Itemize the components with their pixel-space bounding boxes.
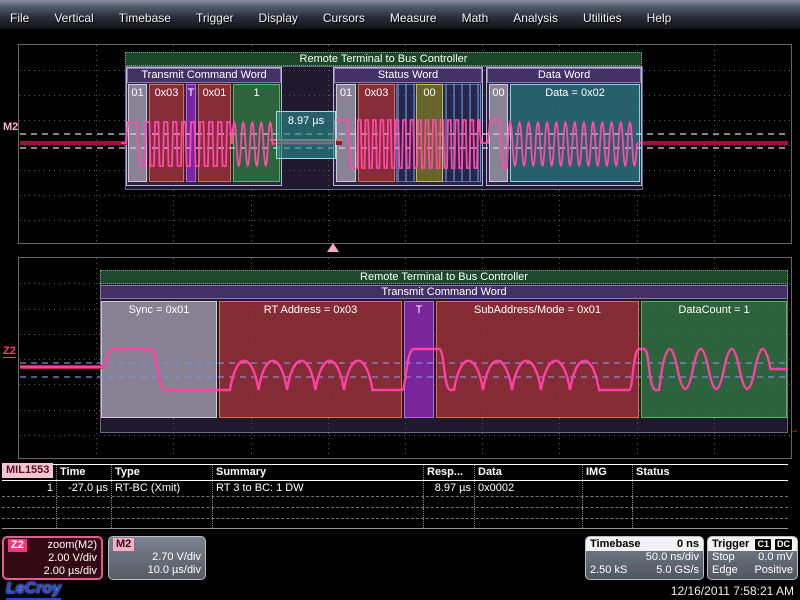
waveform-trace-m2 xyxy=(18,44,790,242)
cell-summary: RT 3 to BC: 1 DW xyxy=(213,481,424,496)
table-row[interactable]: 1 -27.0 µs RT-BC (Xmit) RT 3 to BC: 1 DW… xyxy=(2,481,788,496)
decode-table: MIL1553 Time Type Summary Resp... Data I… xyxy=(2,464,788,529)
lecroy-logo: LeCroy xyxy=(6,580,61,600)
menu-math[interactable]: Math xyxy=(462,11,489,25)
col-data: Data xyxy=(475,465,583,480)
timebase-title: Timebase xyxy=(590,537,641,551)
z2-tdiv: 2.00 µs/div xyxy=(44,565,97,578)
z2-badge: Z2 xyxy=(8,539,27,552)
m2-vdiv: 2.70 V/div xyxy=(152,551,201,564)
trigger-level: 0.0 mV xyxy=(758,551,793,564)
bus-protocol-badge[interactable]: MIL1553 xyxy=(2,463,53,478)
menu-utilities[interactable]: Utilities xyxy=(583,11,622,25)
cell-data: 0x0002 xyxy=(475,481,583,496)
timebase-tdiv: 50.0 ns/div xyxy=(646,551,699,564)
menu-measure[interactable]: Measure xyxy=(390,11,437,25)
timebase-descriptor[interactable]: Timebase 0 ns 50.0 ns/div 2.50 kS 5.0 GS… xyxy=(585,536,704,580)
trigger-mode: Stop xyxy=(712,551,735,564)
oscilloscope-screen: File Vertical Timebase Trigger Display C… xyxy=(0,0,800,600)
menu-trigger[interactable]: Trigger xyxy=(196,11,234,25)
cell-time: -27.0 µs xyxy=(57,481,112,496)
trigger-position-marker[interactable] xyxy=(327,243,339,252)
response-time-bubble: 8.97 µs xyxy=(276,111,336,159)
timebase-samples: 2.50 kS xyxy=(590,564,627,577)
menu-display[interactable]: Display xyxy=(259,11,298,25)
cell-index: 1 xyxy=(2,481,57,496)
z2-title: zoom(M2) xyxy=(47,539,97,552)
cell-type: RT-BC (Xmit) xyxy=(112,481,213,496)
timebase-offset: 0 ns xyxy=(677,537,699,551)
channel-indicator-z2[interactable]: Z2 xyxy=(3,345,16,358)
trigger-title: Trigger xyxy=(712,537,749,551)
trigger-coupling-badge: DC xyxy=(774,538,793,551)
col-type: Type xyxy=(112,465,213,480)
menu-cursors[interactable]: Cursors xyxy=(323,11,365,25)
table-empty-row xyxy=(2,496,788,507)
table-empty-row xyxy=(2,507,788,518)
col-status: Status xyxy=(633,465,788,480)
channel-indicator-m2[interactable]: M2 xyxy=(3,121,18,133)
cell-img xyxy=(583,481,633,496)
math-trace-descriptor[interactable]: M2 2.70 V/div 10.0 µs/div xyxy=(108,536,206,580)
col-img: IMG xyxy=(583,465,633,480)
table-empty-row xyxy=(2,518,788,529)
menu-bar: File Vertical Timebase Trigger Display C… xyxy=(0,0,800,30)
scroll-right-arrow-icon[interactable]: → xyxy=(788,424,799,436)
trigger-type: Edge xyxy=(712,564,738,577)
col-time: Time xyxy=(57,465,112,480)
decode-table-header: Time Type Summary Resp... Data IMG Statu… xyxy=(2,464,788,481)
menu-timebase[interactable]: Timebase xyxy=(119,11,171,25)
menu-help[interactable]: Help xyxy=(647,11,672,25)
datetime-display: 12/16/2011 7:58:21 AM xyxy=(671,584,794,598)
menu-analysis[interactable]: Analysis xyxy=(513,11,558,25)
trigger-slope: Positive xyxy=(754,564,793,577)
cell-resp: 8.97 µs xyxy=(424,481,475,496)
menu-file[interactable]: File xyxy=(10,11,29,25)
trigger-descriptor[interactable]: Trigger C1 DC Stop 0.0 mV Edge Positive xyxy=(707,536,798,580)
waveform-trace-z2 xyxy=(18,257,790,457)
cell-status xyxy=(633,481,788,496)
menu-vertical[interactable]: Vertical xyxy=(54,11,93,25)
zoom-trace-descriptor[interactable]: Z2 zoom(M2) 2.00 V/div 2.00 µs/div xyxy=(2,536,103,580)
m2-tdiv: 10.0 µs/div xyxy=(148,564,201,577)
trigger-source-badge: C1 xyxy=(754,538,772,551)
col-resp: Resp... xyxy=(424,465,475,480)
m2-badge: M2 xyxy=(113,538,134,551)
z2-vdiv: 2.00 V/div xyxy=(48,552,97,565)
timebase-rate: 5.0 GS/s xyxy=(656,564,699,577)
col-summary: Summary xyxy=(213,465,424,480)
